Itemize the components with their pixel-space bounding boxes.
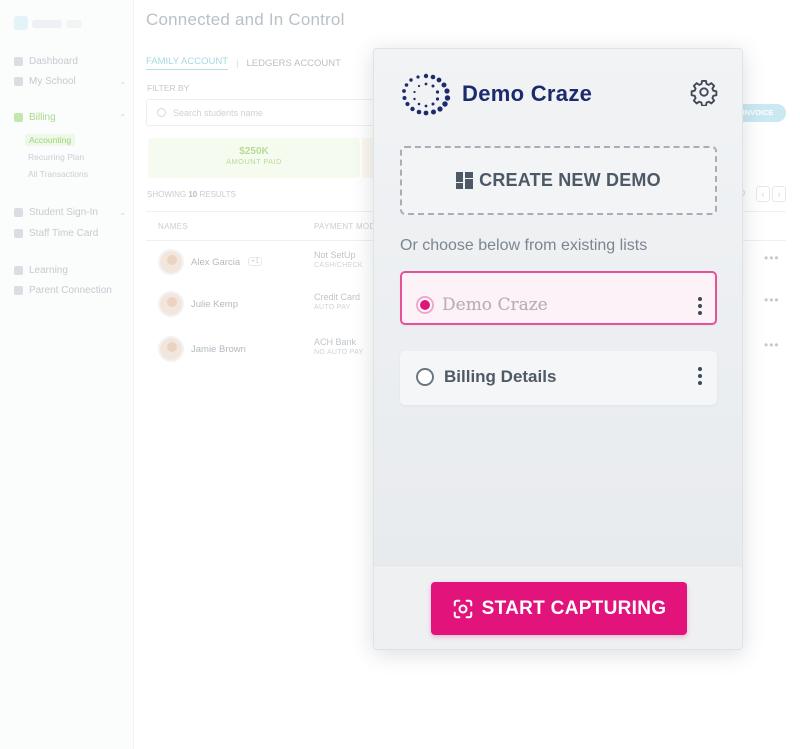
learning-icon [14,266,23,275]
student-name: Jamie Brown [191,344,246,355]
payment-mode: ACH Bank [314,337,357,347]
student-name: Alex Garcia [191,257,241,268]
more-vertical-icon[interactable] [697,367,703,387]
filter-label: FILTER BY [147,83,190,93]
chevron-up-icon: ⌃ [119,113,126,122]
sidebar-item-parent-connection[interactable]: Parent Connection [14,285,126,296]
payment-mode-sub: NO AUTO PAY [314,349,364,356]
billing-icon [14,113,23,122]
pager-prev-button[interactable]: ‹ [756,186,770,202]
more-vertical-icon[interactable] [697,297,703,317]
payment-mode: Credit Card [314,292,361,302]
row-more-icon[interactable]: ••• [764,293,780,307]
account-tabs: FAMILY ACCOUNT | LEDGERS ACCOUNT [146,56,341,70]
choose-existing-text: Or choose below from existing lists [400,237,648,254]
sidebar: Dashboard My School ⌄ Billing ⌃ Accounting… [0,0,134,749]
sidebar-item-learning[interactable]: Learning [14,265,126,276]
sidebar-item-student-sign-in[interactable]: Student Sign-In ⌄ [14,207,126,218]
dashboard-icon [14,57,23,66]
avatar [158,249,184,275]
search-placeholder: Search students name [173,108,264,118]
sign-in-icon [14,208,23,217]
brand-header: Demo Craze [398,71,592,117]
demo-craze-logo-icon [402,73,451,116]
radio-unselected[interactable] [416,368,434,386]
capture-icon [453,599,472,618]
payment-mode-sub: AUTO PAY [314,304,351,311]
summary-caption: AMOUNT PAID [226,157,282,166]
brand-name: Demo Craze [462,81,593,106]
row-more-icon[interactable]: ••• [764,251,780,265]
payment-mode-sub: CASH/CHECK [314,262,363,269]
subnav-all-transactions[interactable]: All Transactions [28,169,88,179]
start-capturing-button[interactable]: START CAPTURING [431,582,687,635]
list-item-billing-details[interactable]: Billing Details [400,351,717,405]
payment-mode: Not SetUp [314,250,356,260]
subnav-accounting[interactable]: Accounting [25,134,76,146]
avatar [158,336,184,362]
summary-card: $250K AMOUNT PAID [148,138,360,178]
start-capturing-label: START CAPTURING [481,597,667,619]
search-input[interactable]: Search students name [146,99,382,126]
row-more-icon[interactable]: ••• [764,338,780,352]
gear-icon[interactable] [690,78,718,106]
create-new-demo-label: CREATE NEW DEMO [479,170,661,190]
page-title: Connected and In Control [146,10,345,29]
list-item-label: Billing Details [444,367,557,386]
create-new-demo-button[interactable]: CREATE NEW DEMO [400,146,717,215]
school-icon [14,77,23,86]
dashboard-grid-icon [456,172,474,189]
summary-amount: $250K [239,146,269,157]
sidebar-item-my-school[interactable]: My School ⌄ [14,76,126,87]
chevron-down-icon: ⌄ [119,77,126,86]
app-logo [14,14,84,38]
search-icon [157,108,166,117]
demo-craze-panel: Demo Craze CREATE NEW DEMO Or choose bel… [373,48,743,650]
column-header-names[interactable]: NAMES [158,222,188,231]
student-name: Julie Kemp [191,299,238,310]
pager-next-button[interactable]: › [772,186,786,202]
time-card-icon [14,229,23,238]
radio-selected[interactable] [416,296,434,314]
chevron-down-icon: ⌄ [119,208,126,217]
subnav-recurring-plan[interactable]: Recurring Plan [28,152,84,162]
column-header-payment[interactable]: PAYMENT MODE [314,222,381,231]
list-item-demo-craze[interactable]: Demo Craze [400,271,717,325]
sidebar-item-billing[interactable]: Billing ⌃ [14,112,126,123]
tab-separator: | [236,57,239,69]
sidebar-item-dashboard[interactable]: Dashboard [14,56,126,67]
sibling-badge: +1 [248,257,262,266]
avatar [158,291,184,317]
list-item-label: Demo Craze [442,295,548,315]
results-count: SHOWING 10 RESULTS [147,190,236,199]
tab-family-account[interactable]: FAMILY ACCOUNT [146,56,228,70]
parent-icon [14,286,23,295]
tab-ledgers-account[interactable]: LEDGERS ACCOUNT [246,58,341,69]
sidebar-item-staff-time-card[interactable]: Staff Time Card [14,228,126,239]
